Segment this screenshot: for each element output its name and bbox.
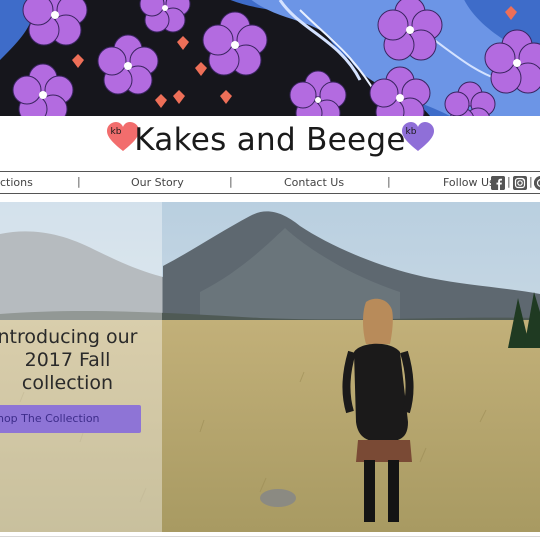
pinterest-icon[interactable] — [534, 176, 540, 190]
hero-section: ntroducing our 2017 Fall collection Shop… — [0, 202, 540, 532]
hero-headline-line2: 2017 Fall — [24, 349, 111, 371]
site-logo[interactable]: kb Kakes and Beege kb — [0, 116, 540, 168]
nav-separator: | — [387, 175, 391, 188]
shop-collection-button[interactable]: Shop The Collection — [0, 405, 141, 433]
logo-badge-right: kb — [405, 127, 417, 137]
nav-item-collections[interactable]: ctions — [0, 176, 33, 189]
main-navigation: ctions | Our Story | Contact Us | Follow… — [0, 171, 540, 194]
nav-separator: | — [229, 175, 233, 188]
nav-separator: | — [77, 175, 81, 188]
hero-headline-line3: collection — [21, 372, 114, 394]
facebook-icon[interactable] — [491, 176, 505, 190]
site-title[interactable]: Kakes and Beege — [0, 122, 540, 158]
social-separator: | — [529, 175, 533, 188]
hero-headline-line1: ntroducing our — [0, 326, 138, 348]
header-banner-artwork — [0, 0, 540, 116]
heart-logo-icon: kb — [402, 122, 434, 152]
floral-banner-image — [0, 0, 540, 116]
shop-collection-label: Shop The Collection — [0, 412, 100, 425]
nav-item-contact-us[interactable]: Contact Us — [284, 176, 344, 189]
follow-us-label: Follow Us — [443, 176, 495, 189]
nav-item-our-story[interactable]: Our Story — [131, 176, 184, 189]
social-separator: | — [507, 175, 511, 188]
page-divider — [0, 536, 540, 537]
instagram-icon[interactable] — [513, 176, 527, 190]
hero-headline: ntroducing our 2017 Fall collection — [0, 326, 165, 395]
